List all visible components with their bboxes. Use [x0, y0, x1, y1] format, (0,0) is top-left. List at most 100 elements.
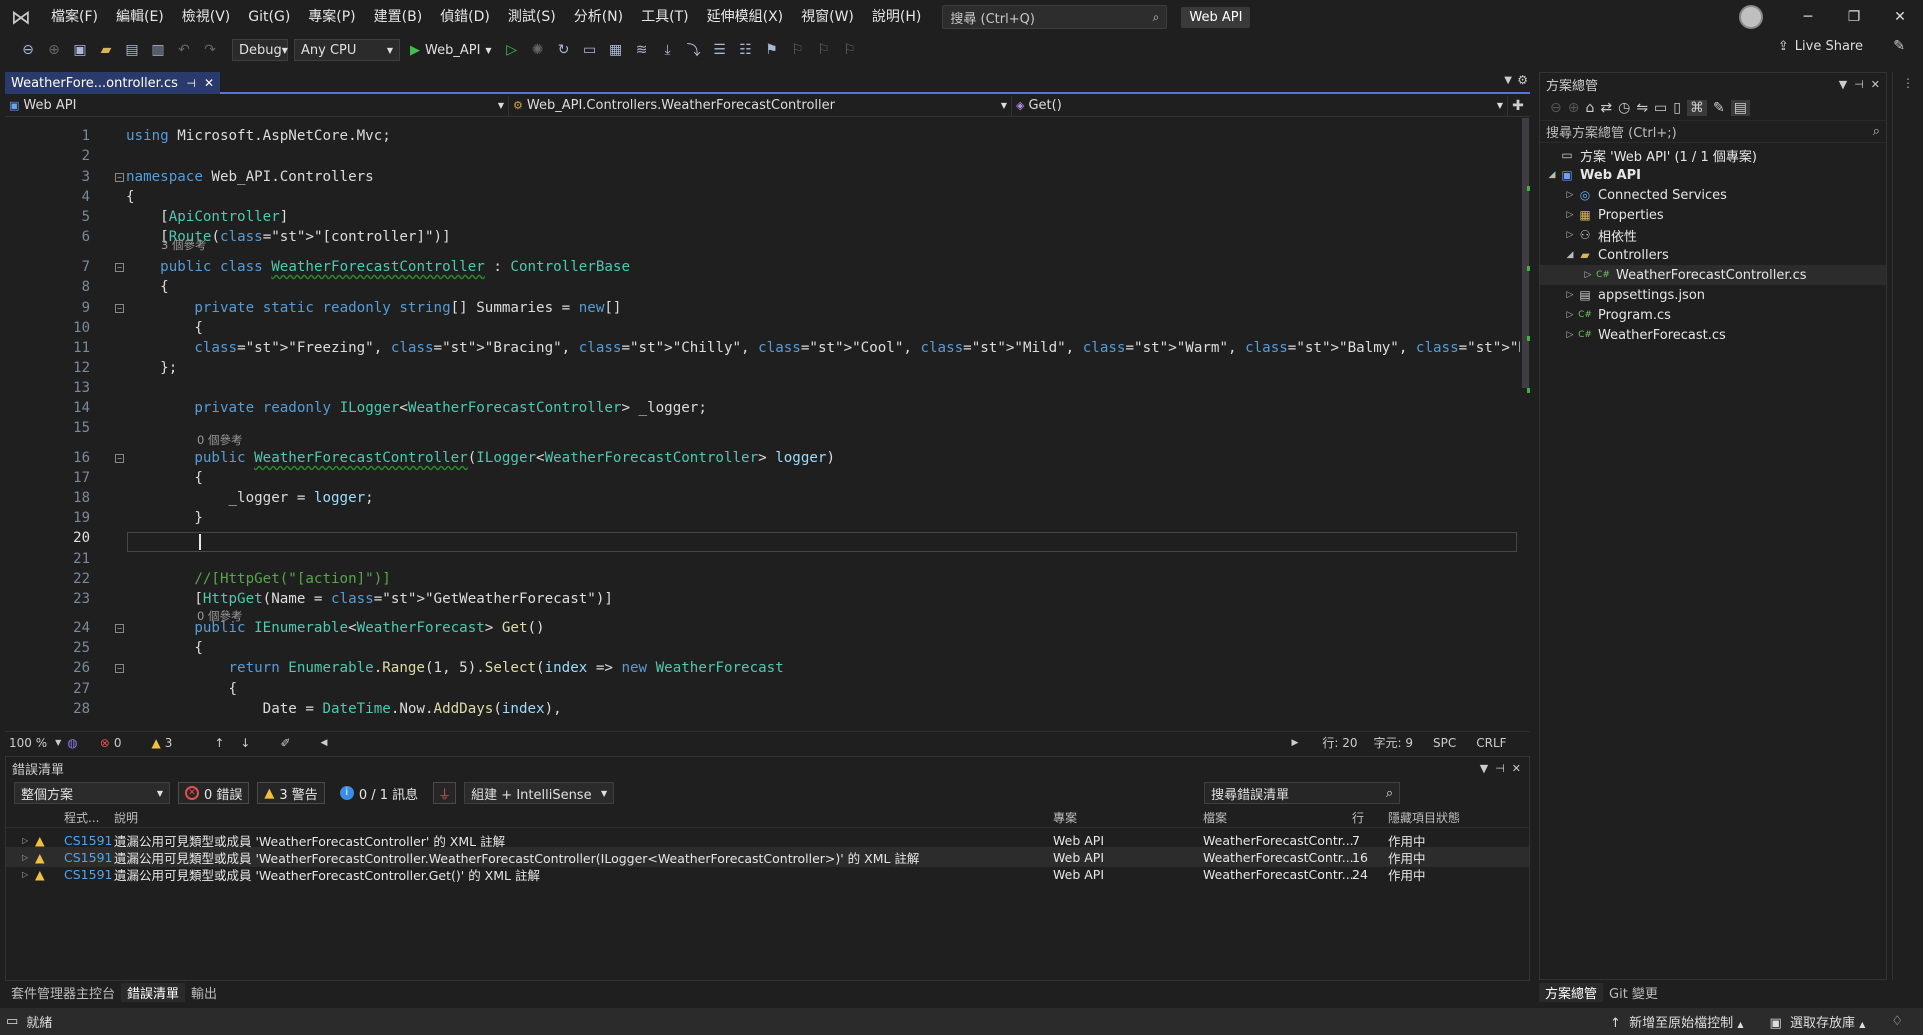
expand-arrow-icon[interactable]: ▷	[22, 870, 28, 879]
expand-arrow-icon[interactable]: ▷	[1564, 330, 1576, 340]
code-line[interactable]: 9 − private static readonly string[] Summ…	[5, 298, 1515, 318]
tree-item[interactable]: ▷ ▦ Properties	[1540, 205, 1886, 225]
menu-item[interactable]: 檢視(V)	[173, 0, 240, 34]
start-debugging-button[interactable]: ▶ Web_API ▼	[406, 43, 496, 58]
home-icon[interactable]: ⌂	[1585, 100, 1594, 116]
menu-item[interactable]: 說明(H)	[863, 0, 930, 34]
expand-arrow-icon[interactable]: ▷	[1564, 210, 1576, 220]
code-editor[interactable]: 1 using Microsoft.AspNetCore.Mvc; 2 3− names…	[5, 118, 1530, 730]
code-line[interactable]: 1 using Microsoft.AspNetCore.Mvc;	[5, 126, 1515, 146]
back-icon[interactable]: ⊖	[18, 40, 38, 60]
sync-icon[interactable]: ⇋	[1636, 100, 1648, 116]
scrollbar-thumb[interactable]	[1522, 118, 1529, 388]
fold-toggle-icon[interactable]: −	[115, 263, 124, 272]
class-dropdown[interactable]: ⚙ Web_API.Controllers.WeatherForecastCont…	[509, 95, 1012, 116]
chevron-down-icon[interactable]: ▼	[1839, 78, 1847, 91]
column-description[interactable]: 說明	[114, 809, 138, 826]
toolbox-icon[interactable]: ⋮	[1893, 76, 1923, 90]
code-line[interactable]: 3 − namespace Web_API.Controllers	[5, 167, 1515, 187]
warning-count-icon[interactable]: ▲	[151, 736, 160, 750]
collapse-all-icon[interactable]: ▭	[1654, 100, 1667, 116]
tree-item[interactable]: ▷ ⚇ 相依性	[1540, 225, 1886, 245]
save-all-icon[interactable]: ▥	[148, 40, 168, 60]
close-icon[interactable]: ✕	[204, 76, 214, 90]
tree-item[interactable]: ▷ ▤ appsettings.json	[1540, 285, 1886, 305]
fold-toggle-icon[interactable]: −	[115, 173, 124, 182]
arrow-down-icon[interactable]: ↓	[240, 736, 250, 750]
class-reference-count[interactable]: 3 個參考	[161, 237, 206, 253]
bookmark-icon[interactable]: ⚑	[762, 40, 782, 60]
step-over-icon[interactable]: ⤵	[684, 40, 704, 60]
fold-toggle-icon[interactable]: −	[115, 454, 124, 463]
expand-arrow-icon[interactable]: ▷	[22, 853, 28, 862]
chevron-down-icon[interactable]: ▼	[55, 738, 61, 747]
switch-views-icon[interactable]: ⇄	[1600, 100, 1612, 116]
menu-item[interactable]: 分析(N)	[565, 0, 632, 34]
history-icon[interactable]: ◷	[1618, 100, 1630, 116]
feedback-icon[interactable]: ✎	[1893, 38, 1905, 54]
code-line[interactable]: 25 {	[5, 638, 1515, 658]
save-icon[interactable]: ▤	[122, 40, 142, 60]
error-count-icon[interactable]: ⊗	[100, 736, 110, 750]
code-line[interactable]: 11 class="st">"Freezing", class="st">"Br…	[5, 338, 1530, 358]
code-line[interactable]: 18 _logger = logger;	[5, 488, 1515, 508]
pin-icon[interactable]: ⊣	[1854, 78, 1864, 91]
code-line[interactable]: 17 {	[5, 468, 1515, 488]
close-icon[interactable]: ✕	[1877, 9, 1923, 25]
add-source-control-button[interactable]: ↑ 新增至原始檔控制 ▲	[1610, 1012, 1743, 1031]
code-line[interactable]: 8 {	[5, 277, 1515, 297]
filter-view-icon[interactable]: ▤	[1730, 99, 1750, 116]
redo-icon[interactable]: ↷	[200, 40, 220, 60]
preview-icon[interactable]: ⌘	[1687, 99, 1707, 116]
expand-arrow-icon[interactable]: ▷	[22, 836, 28, 845]
code-cleanup-icon[interactable]: ✐	[280, 736, 290, 750]
horizontal-scroll-left-icon[interactable]: ◀	[321, 738, 328, 748]
step-into-icon[interactable]: ⤓	[658, 40, 678, 60]
new-project-icon[interactable]: ▣	[70, 40, 90, 60]
code-line[interactable]: 22 //[HttpGet("[action]")]	[5, 569, 1515, 589]
properties-icon[interactable]: ✎	[1713, 100, 1725, 116]
fold-toggle-icon[interactable]: −	[115, 624, 124, 633]
column-project[interactable]: 專案	[1053, 809, 1077, 826]
error-code[interactable]: CS1591	[64, 833, 112, 848]
undo-icon[interactable]: ↶	[174, 40, 194, 60]
code-line[interactable]: 4{	[5, 187, 1515, 207]
messages-filter-button[interactable]: i 0 / 1 訊息	[332, 782, 426, 804]
menu-item[interactable]: 視窗(W)	[792, 0, 863, 34]
prev-bookmark-icon[interactable]: ⚐	[788, 40, 808, 60]
tree-item[interactable]: ▷ C# WeatherForecast.cs	[1540, 325, 1886, 345]
select-repository-button[interactable]: ▣ 選取存放庫 ▲	[1769, 1012, 1865, 1031]
document-tab[interactable]: WeatherFore...ontroller.cs ⊣ ✕	[5, 72, 220, 94]
back-icon[interactable]: ⊖	[1550, 100, 1562, 116]
code-line[interactable]: 23 [HttpGet(Name = class="st">"GetWeathe…	[5, 589, 1515, 609]
code-line[interactable]: 28 Date = DateTime.Now.AddDays(index),	[5, 699, 1515, 719]
account-avatar[interactable]	[1739, 5, 1763, 29]
scope-select[interactable]: 整個方案 ▼	[14, 782, 170, 804]
zoom-level[interactable]: 100 %	[9, 736, 47, 750]
code-line[interactable]: 7 − public class WeatherForecastControlle…	[5, 257, 1515, 277]
notifications-icon[interactable]: ♢	[1891, 1014, 1903, 1029]
filter-button[interactable]: ⏚	[433, 782, 457, 804]
forward-icon[interactable]: ⊕	[44, 40, 64, 60]
menu-item[interactable]: Git(G)	[239, 0, 299, 34]
menu-item[interactable]: 建置(B)	[365, 0, 432, 34]
code-line[interactable]: 14 private readonly ILogger<WeatherForec…	[5, 398, 1515, 418]
menu-item[interactable]: 測試(S)	[499, 0, 565, 34]
error-code[interactable]: CS1591	[64, 850, 112, 865]
solution-explorer-search[interactable]: 搜尋方案總管 (Ctrl+;) ⌕	[1540, 121, 1886, 143]
horizontal-scroll-right-icon[interactable]: ▶	[1291, 738, 1298, 748]
tree-item[interactable]: ◢ ▰ Controllers	[1540, 245, 1886, 265]
menu-item[interactable]: 專案(P)	[299, 0, 364, 34]
expand-arrow-icon[interactable]: ▷	[1564, 190, 1576, 200]
configuration-select[interactable]: Debug ▼	[232, 39, 288, 61]
pin-icon[interactable]: ⊣	[1495, 762, 1505, 775]
global-search-box[interactable]: 搜尋 (Ctrl+Q) ⌕	[942, 5, 1168, 29]
expand-arrow-icon[interactable]: ▷	[1564, 290, 1576, 300]
arrow-up-icon[interactable]: ↑	[214, 736, 224, 750]
tree-item[interactable]: ▭ 方案 'Web API' (1 / 1 個專案)	[1540, 145, 1886, 165]
expand-arrow-icon[interactable]: ▷	[1564, 230, 1576, 240]
fold-toggle-icon[interactable]: −	[115, 664, 124, 673]
next-bookmark-icon[interactable]: ⚐	[814, 40, 834, 60]
whitespace-mode[interactable]: SPC	[1433, 736, 1456, 750]
tab-settings-icon[interactable]: ⚙	[1517, 73, 1528, 87]
